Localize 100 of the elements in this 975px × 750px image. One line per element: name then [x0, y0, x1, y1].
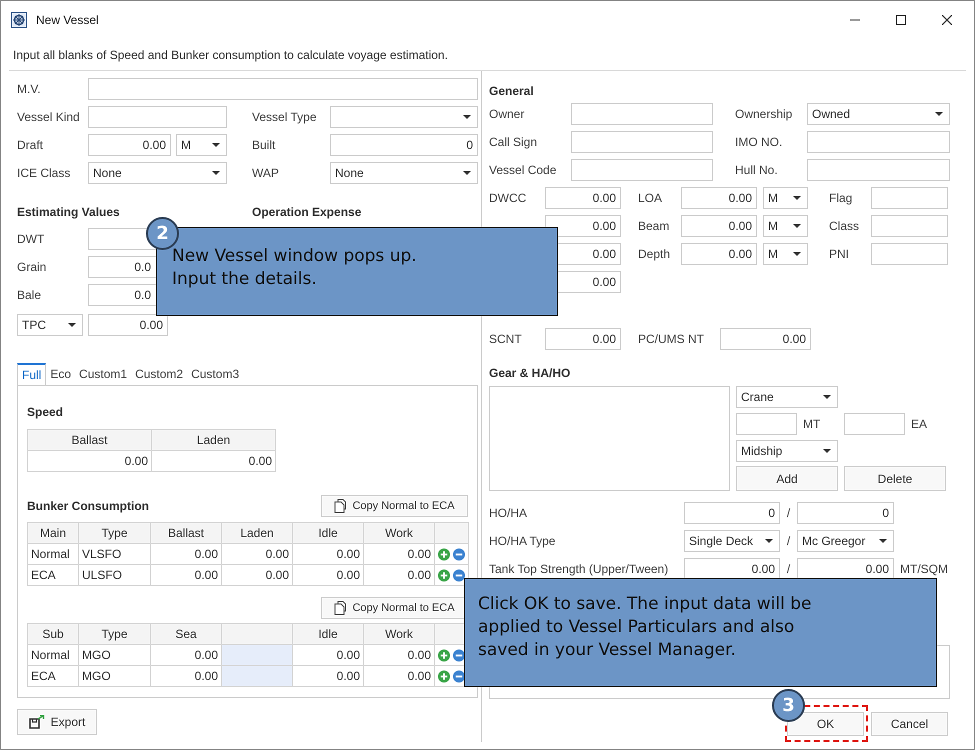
table-header-cell: Laden	[222, 522, 292, 544]
dropdown[interactable]: None	[330, 162, 478, 184]
dropdown[interactable]: Crane	[736, 386, 838, 408]
input-field[interactable]: 0.00	[797, 558, 894, 580]
input-field[interactable]	[571, 159, 713, 181]
remove-icon[interactable]	[453, 648, 465, 662]
caret-icon	[793, 252, 801, 256]
input-field[interactable]	[871, 243, 948, 265]
section-heading: General	[489, 83, 535, 99]
input-field[interactable]: 0	[797, 502, 894, 524]
table-header-cell: Work	[364, 624, 434, 644]
field-label: Owner	[489, 106, 526, 123]
input-field[interactable]	[844, 413, 905, 435]
input-field[interactable]	[807, 159, 950, 181]
dropdown[interactable]: M	[176, 134, 227, 156]
separator-text: /	[786, 561, 792, 578]
field-label: Hull No.	[735, 162, 779, 179]
field-label: Draft	[17, 137, 44, 154]
remove-icon[interactable]	[453, 670, 465, 682]
input-field[interactable]	[88, 78, 478, 100]
field-label: Vessel Kind	[17, 109, 81, 126]
input-field[interactable]: 0.00	[88, 314, 168, 336]
caret-icon	[463, 171, 471, 175]
input-field[interactable]: 0.00	[545, 215, 621, 237]
dropdown[interactable]: TPC	[17, 314, 83, 336]
section-heading: Estimating Values	[17, 204, 121, 220]
field-label: HO/HA	[489, 505, 528, 522]
input-field[interactable]	[571, 103, 713, 125]
table-cell: 0.00	[150, 666, 222, 686]
dialog-button[interactable]: Cancel	[871, 712, 948, 736]
table-cell: 0.00	[152, 450, 276, 472]
table-cell: 0.00	[222, 564, 292, 586]
export-button[interactable]: Export	[17, 709, 97, 735]
tab[interactable]: Custom2	[131, 363, 188, 385]
section-heading: Bunker Consumption	[27, 498, 149, 514]
add-icon[interactable]	[438, 548, 450, 560]
field-label: IMO NO.	[735, 134, 784, 151]
remove-icon[interactable]	[453, 568, 465, 582]
table-cell: 0.00	[364, 564, 434, 586]
close-icon[interactable]	[942, 15, 952, 25]
input-field[interactable]: 0	[684, 502, 780, 524]
input-field[interactable]: 0.00	[545, 328, 621, 350]
dropdown[interactable]: Midship	[736, 440, 838, 462]
input-field[interactable]: 0.00	[681, 187, 757, 209]
input-field[interactable]	[571, 131, 713, 153]
separator-text: /	[786, 533, 792, 550]
caret-icon	[68, 323, 76, 327]
dropdown[interactable]: M	[763, 187, 808, 209]
table-cell: 0.00	[292, 544, 364, 564]
dialog-button[interactable]: OK	[787, 712, 864, 736]
caret-icon	[793, 196, 801, 200]
caret-icon	[823, 449, 831, 453]
maximize-icon[interactable]	[896, 15, 906, 25]
export-icon	[28, 715, 45, 729]
button[interactable]: Delete	[844, 466, 946, 491]
caret-icon	[463, 115, 471, 119]
table-header-cell: Idle	[292, 522, 364, 544]
section-heading: Operation Expense	[252, 204, 362, 220]
copy-button[interactable]: Copy Normal to ECA	[321, 495, 468, 517]
tab[interactable]: Custom3	[187, 363, 244, 385]
instruction-text: Input all blanks of Speed and Bunker consumption to calculate voyage estimation.	[13, 46, 448, 64]
table-cell: 0.00	[150, 564, 222, 586]
section-heading: Speed	[27, 404, 64, 420]
table-header-cell: Main	[28, 522, 78, 544]
tab[interactable]: Custom1	[75, 363, 132, 385]
input-field[interactable]: 0.00	[681, 215, 757, 237]
dropdown[interactable]: M	[763, 215, 808, 237]
input-field[interactable]: 0.00	[681, 243, 757, 265]
field-label: Flag	[829, 190, 854, 207]
copy-icon	[334, 601, 346, 615]
table-cell: 0.00	[222, 544, 292, 564]
field-label: EA	[910, 416, 928, 433]
dropdown[interactable]: Owned	[807, 103, 950, 125]
field-label: Ownership	[735, 106, 794, 123]
button[interactable]: Add	[736, 466, 838, 491]
table-cell: VLSFO	[78, 544, 150, 564]
dropdown[interactable]: M	[763, 243, 808, 265]
dropdown[interactable]: None	[88, 162, 227, 184]
tab[interactable]: Eco	[46, 363, 76, 385]
input-field[interactable]	[871, 215, 948, 237]
caret-icon	[823, 395, 831, 399]
input-field[interactable]	[736, 413, 797, 435]
input-field[interactable]: 0	[330, 134, 478, 156]
input-field[interactable]: 0.00	[545, 187, 621, 209]
dropdown[interactable]: Single Deck	[684, 530, 780, 552]
step-badge: 2	[146, 217, 179, 250]
input-field[interactable]	[871, 187, 948, 209]
dropdown[interactable]: Mc Greegor	[797, 530, 894, 552]
input-field[interactable]: 0.00	[720, 328, 811, 350]
table-cell: MGO	[78, 644, 150, 666]
dropdown[interactable]	[330, 106, 478, 128]
caret-icon	[935, 112, 943, 116]
input-field[interactable]	[88, 106, 227, 128]
tab[interactable]: Full	[17, 363, 46, 385]
input-field[interactable]: 0.00	[88, 134, 171, 156]
gear-list[interactable]	[489, 386, 730, 491]
table-header-cell: Sea	[150, 624, 222, 644]
input-field[interactable]: 0.00	[684, 558, 780, 580]
input-field[interactable]	[807, 131, 950, 153]
table-cell: ECA	[28, 666, 78, 686]
